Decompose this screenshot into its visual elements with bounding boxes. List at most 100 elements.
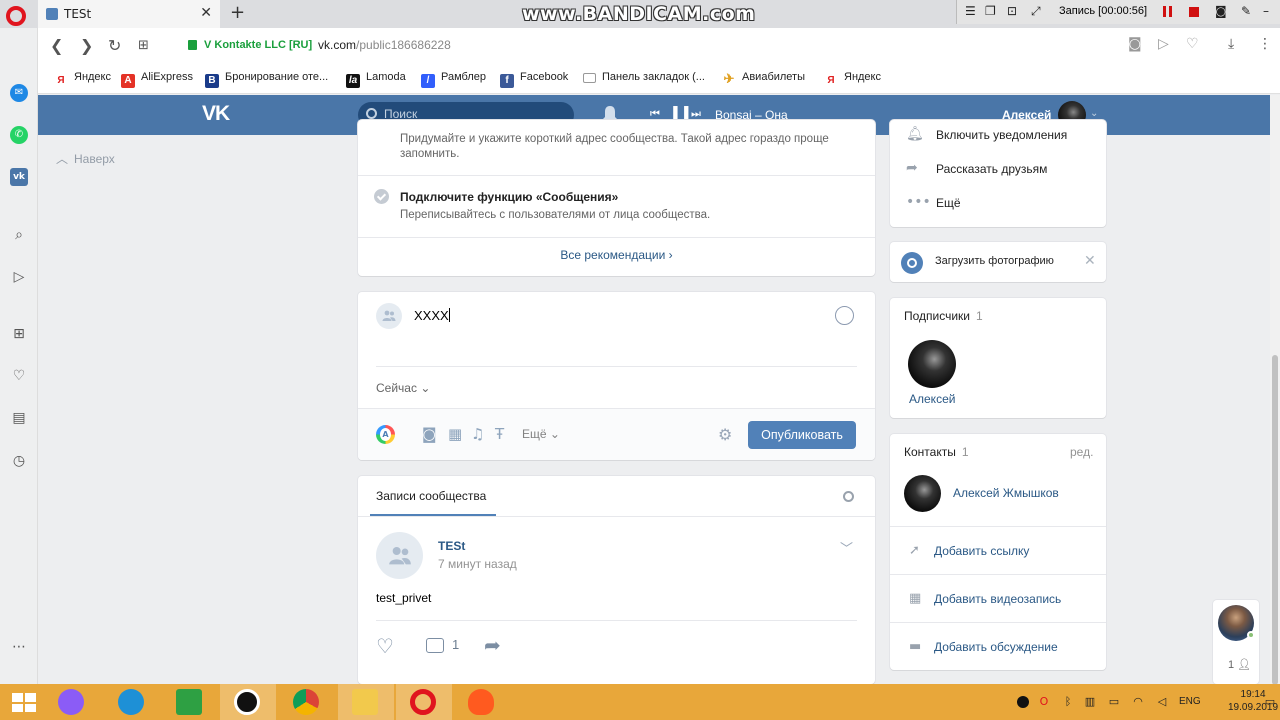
bookmark-booking[interactable]: B Бронирование оте... [205, 71, 328, 88]
comment-icon[interactable] [426, 638, 444, 653]
new-tab-button[interactable]: + [230, 2, 245, 23]
share-icon[interactable]: ➦ [484, 633, 501, 657]
taskbar-explorer[interactable] [338, 684, 394, 720]
camera-icon[interactable]: ◙ [1215, 4, 1227, 18]
scrollbar-thumb[interactable] [1272, 355, 1278, 685]
post-menu-chevron-icon[interactable]: ﹀ [840, 538, 853, 557]
edit-contacts-link[interactable]: ред. [1070, 445, 1093, 459]
back-icon[interactable]: ❮ [50, 36, 63, 55]
bookmark-facebook[interactable]: f Facebook [500, 71, 568, 88]
enable-notifications[interactable]: Включить уведомления [936, 128, 1067, 142]
pen-icon[interactable]: ✎ [1241, 4, 1251, 18]
taskbar-app-flame[interactable] [454, 684, 510, 720]
next-track-icon[interactable]: ⏭ [691, 107, 701, 121]
snapshot-icon[interactable]: ◙ [1128, 36, 1142, 52]
speed-dial-icon[interactable]: ⊞ [138, 38, 149, 53]
bookmark-lamoda[interactable]: la Lamoda [346, 71, 406, 88]
wifi-icon[interactable]: ◠ [1132, 696, 1144, 708]
add-video[interactable]: Добавить видеозапись [934, 592, 1061, 606]
bookmark-yandex-2[interactable]: Я Яндекс [824, 71, 881, 88]
taskbar-chrome[interactable] [279, 684, 335, 720]
vk-logo[interactable]: VK [202, 102, 230, 126]
bluetooth-icon[interactable]: ᛒ [1062, 696, 1074, 708]
browser-tab-active[interactable]: TESt ✕ [38, 0, 220, 28]
contact-name[interactable]: Алексей Жмышков [953, 486, 1059, 500]
emoji-icon[interactable] [835, 306, 854, 325]
window-icon[interactable]: ❐ [985, 4, 996, 18]
bookmark-folder[interactable]: Панель закладок (... [583, 71, 705, 83]
bookmark-heart-icon[interactable]: ♡ [1186, 36, 1199, 52]
bookmark-aviabilety[interactable]: ✈ Авиабилеты [722, 71, 805, 86]
download-icon[interactable]: ⤓ [1228, 36, 1234, 52]
prev-track-icon[interactable]: ⏮ [650, 107, 660, 121]
music-icon[interactable]: ♫ [471, 425, 484, 443]
pause-icon[interactable]: ❚❚ [670, 105, 692, 120]
opera-logo-icon[interactable] [6, 6, 26, 26]
publish-time-select[interactable]: Сейчас ⌄ [376, 381, 430, 395]
add-link[interactable]: Добавить ссылку [934, 544, 1029, 558]
page-scrollbar[interactable] [1270, 95, 1280, 685]
send-icon[interactable]: ▷ [1158, 36, 1169, 52]
subscribers-title[interactable]: Подписчики 1 [904, 309, 983, 323]
bookmark-rambler[interactable]: / Рамблер [421, 71, 486, 88]
resize-icon[interactable]: ⤢ [1031, 4, 1041, 19]
stop-record-icon[interactable] [1189, 7, 1199, 17]
camera-icon[interactable]: ◙ [422, 425, 437, 443]
like-heart-icon[interactable]: ♡ [376, 636, 394, 656]
article-icon[interactable]: Ŧ [495, 425, 504, 443]
send-icon[interactable]: ▷ [10, 268, 28, 286]
taskbar-bandicam[interactable] [220, 684, 276, 720]
tell-friends[interactable]: Рассказать друзьям [936, 162, 1047, 176]
recommendation-2-title[interactable]: Подключите функцию «Сообщения» [400, 190, 618, 204]
chat-bubble[interactable]: 1 👤︎ [1213, 600, 1259, 684]
post-author[interactable]: TESt [438, 539, 465, 553]
crop-icon[interactable]: ⊡ [1007, 4, 1017, 18]
more-attachments[interactable]: Ещё ⌄ [522, 427, 560, 441]
news-icon[interactable]: ▤ [10, 409, 28, 427]
more-dots-icon[interactable]: ⋯ [10, 638, 28, 656]
notifications-icon[interactable]: ▭ [1264, 696, 1276, 708]
upload-photo-link[interactable]: Загрузить фотографию [935, 255, 1054, 267]
taskbar-opera[interactable] [396, 684, 452, 720]
post-time[interactable]: 7 минут назад [438, 557, 517, 571]
contact-avatar[interactable] [904, 475, 941, 512]
back-to-top[interactable]: ︿ Наверх [56, 150, 115, 167]
site-identity[interactable]: V Kontakte LLC [RU] [204, 39, 312, 51]
speed-dial-icon[interactable]: ⊞ [10, 325, 28, 343]
taskbar-store[interactable] [162, 684, 218, 720]
minimize-icon[interactable]: – [1263, 4, 1269, 18]
tray-opera-icon[interactable]: O [1038, 696, 1050, 708]
subscriber-name[interactable]: Алексей [909, 392, 955, 406]
contacts-title[interactable]: Контакты 1 [904, 445, 969, 459]
forward-icon[interactable]: ❯ [80, 36, 93, 55]
comment-count[interactable]: 1 [452, 637, 459, 652]
search-icon[interactable]: ⌕ [10, 226, 28, 244]
more-actions[interactable]: Ещё [936, 196, 961, 210]
bookmark-yandex[interactable]: Я Яндекс [54, 71, 111, 88]
history-icon[interactable]: ◷ [10, 452, 28, 470]
taskbar-ie[interactable] [104, 684, 160, 720]
pause-record-icon[interactable] [1163, 6, 1172, 17]
search-icon[interactable] [843, 491, 854, 502]
art-poster-icon[interactable] [376, 425, 395, 444]
tab-close-icon[interactable]: ✕ [200, 5, 212, 21]
volume-icon[interactable]: ◁ [1156, 696, 1168, 708]
url-field[interactable]: vk.com/public186686228 [318, 38, 451, 52]
vk-sidebar-icon[interactable]: vk [10, 168, 28, 186]
post-author-avatar[interactable] [376, 532, 423, 579]
search-input[interactable] [384, 107, 564, 121]
subscriber-avatar[interactable] [908, 340, 956, 388]
tray-bandicam-icon[interactable] [1017, 696, 1029, 708]
tab-community-posts[interactable]: Записи сообщества [376, 489, 486, 503]
messenger-icon[interactable]: ✉ [10, 84, 28, 102]
video-icon[interactable]: ▦ [448, 425, 462, 443]
all-recommendations-link[interactable]: Все рекомендации › [358, 248, 875, 262]
network-icon[interactable]: ▥ [1084, 696, 1096, 708]
publish-button[interactable]: Опубликовать [748, 421, 856, 449]
bookmark-aliexpress[interactable]: A AliExpress [121, 71, 193, 88]
reload-icon[interactable]: ↻ [108, 36, 121, 55]
input-language[interactable]: ENG [1179, 696, 1201, 707]
taskbar-alice[interactable] [44, 684, 100, 720]
menu-icon[interactable]: ☰ [965, 4, 976, 18]
add-discussion[interactable]: Добавить обсуждение [934, 640, 1058, 654]
